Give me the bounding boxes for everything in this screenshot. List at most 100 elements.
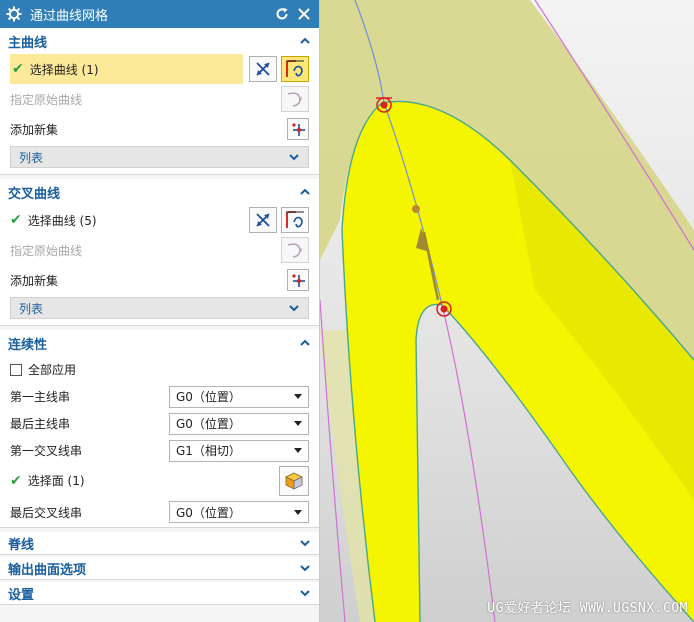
chevron-up-icon — [300, 188, 310, 195]
cross-origin-row: 指定原始曲线 — [0, 235, 319, 265]
dialog-title: 通过曲线网格 — [30, 8, 109, 24]
primary-origin-button[interactable] — [281, 86, 309, 112]
origin-curve-icon — [287, 92, 302, 107]
primary-origin-row: 指定原始曲线 — [0, 84, 319, 114]
last-primary-label: 最后主线串 — [10, 417, 71, 431]
primary-list-label: 列表 — [19, 150, 44, 165]
primary-origin-label: 指定原始曲线 — [10, 92, 83, 107]
first-primary-value: G0（位置） — [176, 390, 241, 404]
check-icon: ✔ — [12, 61, 24, 77]
primary-select-row: ✔ 选择曲线 (1) — [0, 54, 319, 84]
continuity-field-row: 第一主线串 G0（位置） — [0, 383, 319, 410]
cube-face-icon — [285, 472, 303, 490]
settings-title: 设置 — [8, 587, 35, 603]
first-primary-select[interactable]: G0（位置） — [169, 385, 309, 408]
chevron-down-icon — [289, 154, 299, 161]
add-set-icon — [292, 274, 305, 287]
output-options-title: 输出曲面选项 — [8, 562, 87, 578]
dropdown-arrow-icon — [294, 448, 302, 453]
model-canvas[interactable] — [320, 0, 694, 622]
reverse-direction-icon — [256, 62, 270, 76]
first-cross-label: 第一交叉线串 — [10, 444, 83, 458]
cross-select-row: ✔ 选择曲线 (5) — [0, 205, 319, 235]
add-set-icon — [292, 123, 305, 136]
primary-select-curve[interactable]: ✔ 选择曲线 (1) — [10, 54, 243, 84]
output-options-section: 输出曲面选项 — [0, 557, 319, 580]
first-cross-value: G1（相切） — [176, 444, 241, 458]
midpoint-handle[interactable] — [412, 205, 420, 213]
first-primary-label: 第一主线串 — [10, 390, 71, 404]
select-face-label: 选择面 (1) — [27, 474, 85, 488]
cross-add-set-label: 添加新集 — [10, 273, 59, 288]
cross-add-set-row: 添加新集 — [0, 265, 319, 295]
primary-curves-header[interactable]: 主曲线 — [0, 28, 319, 54]
last-primary-select[interactable]: G0（位置） — [169, 412, 309, 435]
apply-all-row: 全部应用 — [0, 356, 319, 383]
primary-add-set-label: 添加新集 — [10, 122, 59, 137]
reverse-direction-button[interactable] — [249, 207, 277, 233]
primary-list-toggle[interactable]: 列表 — [10, 146, 309, 168]
dropdown-arrow-icon — [294, 394, 302, 399]
spine-header[interactable]: 脊线 — [0, 532, 319, 554]
chevron-down-icon — [300, 565, 310, 572]
last-cross-select[interactable]: G0（位置） — [169, 501, 309, 523]
spine-title: 脊线 — [8, 537, 35, 553]
check-icon: ✔ — [10, 212, 22, 228]
cross-curves-title: 交叉曲线 — [8, 186, 61, 202]
dropdown-arrow-icon — [294, 421, 302, 426]
cross-select-label: 选择曲线 (5) — [27, 213, 97, 228]
cross-list-label: 列表 — [19, 301, 44, 316]
continuity-title: 连续性 — [8, 337, 48, 353]
check-icon: ✔ — [10, 472, 22, 489]
close-button[interactable] — [295, 5, 313, 23]
cross-origin-button[interactable] — [281, 237, 309, 263]
gear-icon — [6, 6, 22, 22]
close-icon — [298, 8, 310, 20]
select-face[interactable]: ✔ 选择面 (1) — [10, 472, 85, 489]
apply-all-checkbox[interactable]: 全部应用 — [10, 361, 76, 378]
last-cross-label: 最后交叉线串 — [10, 505, 83, 520]
curve-rule-button[interactable] — [281, 56, 309, 82]
checkbox-box[interactable] — [10, 363, 22, 376]
dropdown-arrow-icon — [294, 509, 302, 515]
primary-curves-title: 主曲线 — [8, 35, 48, 51]
chevron-up-icon — [300, 37, 310, 44]
spine-section: 脊线 — [0, 532, 319, 555]
cross-select-curve[interactable]: ✔ 选择曲线 (5) — [10, 212, 97, 229]
graphics-viewport[interactable]: UG爱好者论坛 WWW.UGSNX.COM — [320, 0, 694, 622]
apply-all-label: 全部应用 — [28, 363, 77, 377]
settings-header[interactable]: 设置 — [0, 582, 319, 604]
chevron-up-icon — [300, 339, 310, 346]
select-face-row: ✔ 选择面 (1) — [0, 464, 319, 497]
cross-origin-label: 指定原始曲线 — [10, 243, 83, 258]
cross-curves-section: 交叉曲线 ✔ 选择曲线 (5) 指定原始曲线 添加新集 列表 — [0, 179, 319, 326]
reset-button[interactable] — [273, 5, 291, 23]
curve-rule-icon — [286, 211, 304, 228]
cross-list-toggle[interactable]: 列表 — [10, 297, 309, 319]
cross-add-set-button[interactable] — [287, 269, 309, 291]
reverse-direction-button[interactable] — [249, 56, 277, 82]
select-face-button[interactable] — [279, 465, 309, 496]
last-primary-value: G0（位置） — [176, 417, 241, 431]
continuity-section: 连续性 全部应用 第一主线串 G0（位置） 最后主线串 G0（位置） 第一交叉线… — [0, 330, 319, 528]
cross-curves-header[interactable]: 交叉曲线 — [0, 179, 319, 205]
settings-section: 设置 — [0, 582, 319, 605]
continuity-header[interactable]: 连续性 — [0, 330, 319, 356]
continuity-field-row: 第一交叉线串 G1（相切） — [0, 437, 319, 464]
chevron-down-icon — [300, 540, 310, 547]
surface-dialog: 通过曲线网格 主曲线 ✔ 选择曲线 (1) 指定原始曲线 添加新集 列表 交叉曲… — [0, 0, 320, 622]
primary-add-set-button[interactable] — [287, 118, 309, 140]
primary-add-set-row: 添加新集 — [0, 114, 319, 144]
curve-rule-button[interactable] — [281, 207, 309, 233]
reset-icon — [276, 7, 288, 20]
continuity-field-row: 最后主线串 G0（位置） — [0, 410, 319, 437]
dialog-titlebar: 通过曲线网格 — [0, 0, 319, 28]
origin-curve-icon — [287, 243, 302, 258]
end-point-dot — [440, 305, 448, 313]
watermark: UG爱好者论坛 WWW.UGSNX.COM — [487, 601, 688, 616]
primary-curves-section: 主曲线 ✔ 选择曲线 (1) 指定原始曲线 添加新集 列表 — [0, 28, 319, 175]
continuity-field-row: 最后交叉线串 G0（位置） — [0, 497, 319, 527]
output-options-header[interactable]: 输出曲面选项 — [0, 557, 319, 579]
chevron-down-icon — [300, 590, 310, 597]
first-cross-select[interactable]: G1（相切） — [169, 439, 309, 462]
